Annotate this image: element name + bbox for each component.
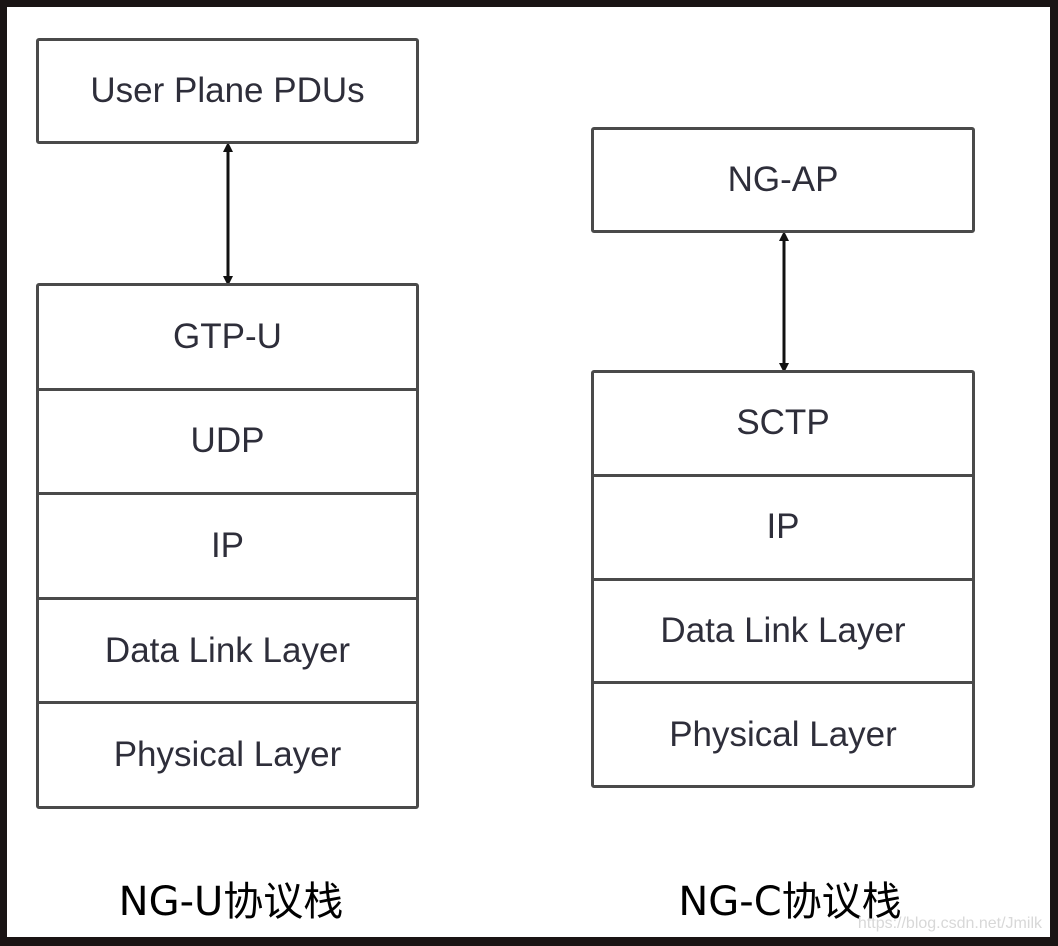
layer-data-link: Data Link Layer bbox=[594, 577, 972, 682]
watermark: https://blog.csdn.net/Jmilk bbox=[857, 915, 1042, 932]
ng-u-stack: GTP-U UDP IP Data Link Layer Physical La… bbox=[36, 283, 419, 809]
layer-gtp-u: GTP-U bbox=[173, 316, 282, 356]
ng-ap-box: NG-AP bbox=[591, 127, 975, 233]
layer-physical: Physical Layer bbox=[39, 701, 416, 806]
ng-ap-label: NG-AP bbox=[727, 160, 839, 199]
layer-sctp: SCTP bbox=[736, 403, 830, 443]
user-plane-pdus-box: User Plane PDUs bbox=[36, 38, 419, 144]
diagram-canvas: User Plane PDUs GTP-U UDP IP Data Link L… bbox=[7, 7, 1050, 937]
layer-udp: UDP bbox=[39, 387, 416, 493]
user-plane-pdus-label: User Plane PDUs bbox=[90, 71, 365, 110]
layer-physical: Physical Layer bbox=[594, 681, 972, 785]
layer-ip: IP bbox=[594, 473, 972, 578]
ng-u-caption: NG-U协议栈 bbox=[118, 879, 344, 925]
layer-data-link: Data Link Layer bbox=[39, 596, 416, 702]
ng-c-stack: SCTP IP Data Link Layer Physical Layer bbox=[591, 370, 975, 788]
layer-ip: IP bbox=[39, 492, 416, 597]
